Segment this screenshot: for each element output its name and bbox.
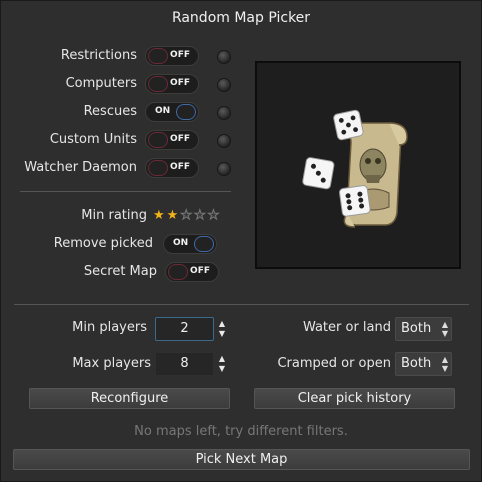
star-icon[interactable]: ★ (153, 208, 165, 223)
watcher-daemon-toggle[interactable]: OFF (145, 158, 199, 178)
restrictions-indicator (217, 50, 231, 64)
main-separator (14, 304, 469, 305)
remove-picked-label: Remove picked (53, 236, 153, 251)
computers-indicator (217, 78, 231, 92)
rescues-toggle[interactable]: ON (145, 102, 199, 122)
filter-label-rescues: Rescues (83, 104, 137, 119)
remove-picked-toggle[interactable]: ON (163, 234, 217, 254)
window-title: Random Map Picker (171, 10, 311, 26)
max-players-spinner[interactable]: ▲ ▼ (217, 352, 227, 376)
spinner-down-icon[interactable]: ▼ (217, 329, 227, 339)
star-icon[interactable]: ★ (207, 208, 220, 224)
rescues-indicator (217, 106, 231, 120)
water-or-land-select[interactable]: Both ▲ ▼ (395, 317, 452, 341)
status-message: No maps left, try different filters. (134, 424, 348, 439)
max-players-label: Max players (72, 356, 151, 371)
pick-next-map-button[interactable]: Pick Next Map (13, 449, 470, 470)
dice-scroll-icon (302, 109, 408, 228)
filter-label-custom-units: Custom Units (49, 132, 137, 147)
star-icon[interactable]: ★ (193, 208, 206, 224)
star-icon[interactable]: ★ (180, 208, 193, 224)
spinner-up-icon[interactable]: ▲ (217, 319, 227, 329)
computers-toggle[interactable]: OFF (145, 74, 199, 94)
cramped-or-open-value: Both (401, 356, 432, 371)
secret-map-label: Secret Map (83, 264, 157, 279)
min-rating-label: Min rating (81, 208, 147, 223)
star-icon[interactable]: ★ (167, 208, 179, 223)
select-down-icon: ▼ (441, 364, 448, 373)
select-up-icon: ▲ (441, 355, 448, 364)
filter-label-restrictions: Restrictions (60, 48, 137, 63)
cramped-or-open-label: Cramped or open (277, 356, 391, 371)
left-separator (20, 191, 231, 192)
spinner-up-icon[interactable]: ▲ (217, 354, 227, 364)
select-up-icon: ▲ (441, 320, 448, 329)
custom-units-toggle[interactable]: OFF (145, 130, 199, 150)
filter-label-watcher-daemon: Watcher Daemon (24, 160, 137, 175)
map-preview-image (255, 61, 461, 269)
min-players-input[interactable]: 2 (155, 317, 214, 341)
water-or-land-value: Both (401, 321, 432, 336)
reconfigure-button[interactable]: Reconfigure (29, 388, 230, 409)
watcher-daemon-indicator (217, 162, 231, 176)
spinner-down-icon[interactable]: ▼ (217, 364, 227, 374)
restrictions-toggle[interactable]: OFF (145, 46, 199, 66)
select-down-icon: ▼ (441, 329, 448, 338)
cramped-or-open-select[interactable]: Both ▲ ▼ (395, 352, 452, 376)
custom-units-indicator (217, 134, 231, 148)
min-players-spinner[interactable]: ▲ ▼ (217, 317, 227, 341)
secret-map-toggle[interactable]: OFF (165, 262, 219, 282)
water-or-land-label: Water or land (302, 320, 391, 335)
min-rating-stars[interactable]: ★ ★ ★ ★ ★ (153, 208, 220, 224)
min-players-label: Min players (72, 320, 147, 335)
filter-label-computers: Computers (65, 76, 137, 91)
max-players-input[interactable]: 8 (155, 352, 214, 376)
clear-pick-history-button[interactable]: Clear pick history (254, 388, 455, 409)
